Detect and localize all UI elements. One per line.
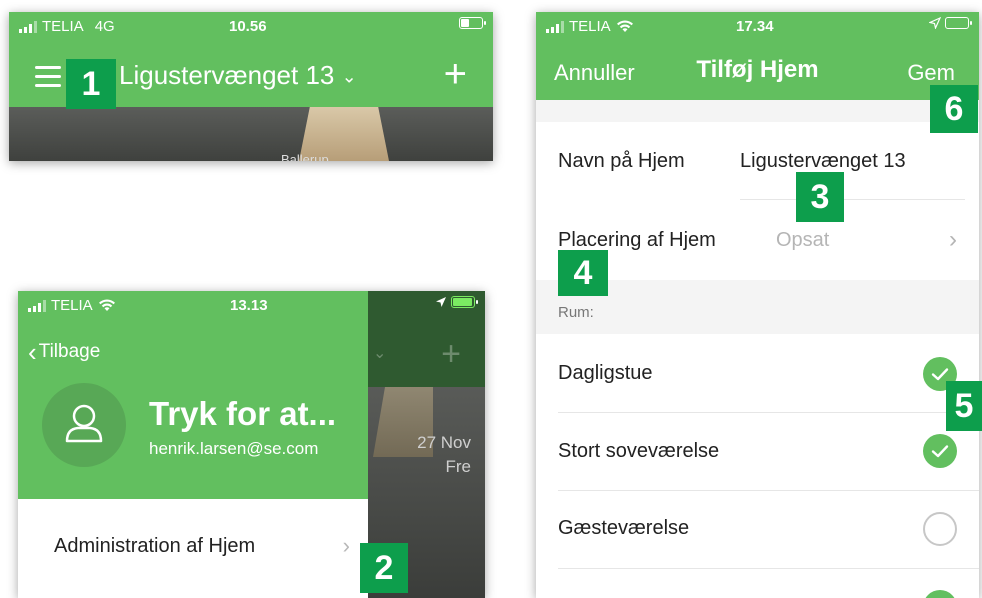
date-display: 27 Nov Fre — [417, 431, 471, 479]
user-email: henrik.larsen@se.com — [149, 439, 319, 458]
home-name-label: Navn på Hjem — [558, 150, 685, 172]
chevron-left-icon: ‹ — [28, 336, 37, 367]
network-label: 4G — [94, 18, 115, 35]
chevron-down-icon: ⌄ — [341, 66, 357, 87]
screen-add-home: TELIA 17.34 Annuller Tilføj Hjem Gem Nav… — [536, 12, 979, 598]
room-name: Gæsteværelse — [558, 517, 690, 539]
menu-icon[interactable] — [35, 66, 61, 87]
menu-item-home-administration[interactable]: Administration af Hjem › — [18, 511, 368, 581]
unchecked-circle-icon[interactable] — [923, 512, 957, 546]
home-photo — [9, 107, 493, 161]
back-button[interactable]: ‹ Tilbage — [28, 336, 101, 367]
section-spacer — [536, 100, 979, 122]
status-bar: TELIA 17.34 — [536, 12, 979, 40]
checkmark-icon[interactable] — [923, 590, 957, 598]
chevron-down-icon: ⌄ — [373, 345, 387, 362]
menu-item-label: Administration af Hjem — [54, 534, 256, 557]
status-time: 13.13 — [230, 297, 268, 314]
room-name: Dagligstue — [558, 362, 653, 384]
signal-icon — [19, 20, 37, 33]
status-bar: TELIA 4G 10.56 — [9, 12, 493, 40]
home-title: Ligustervænget 13 — [119, 60, 335, 90]
callout-badge-1: 1 — [66, 59, 116, 109]
save-button[interactable]: Gem — [907, 60, 955, 86]
carrier-label: TELIA — [42, 18, 84, 35]
callout-badge-2: 2 — [360, 543, 408, 593]
battery-icon — [459, 17, 486, 29]
location-arrow-icon — [436, 297, 446, 307]
status-time: 17.34 — [736, 18, 774, 35]
date-day: 27 Nov — [417, 433, 471, 452]
divider — [558, 490, 979, 491]
location-arrow-icon — [929, 17, 941, 29]
home-name-field[interactable]: Ligustervænget 13 — [740, 150, 906, 173]
add-icon[interactable]: + — [444, 52, 467, 97]
add-icon: + — [441, 335, 461, 373]
battery-charging-icon — [451, 296, 478, 308]
divider — [558, 412, 979, 413]
divider — [558, 568, 979, 569]
signal-icon — [546, 20, 564, 33]
photo-location-text: Ballerup — [281, 152, 329, 161]
signal-icon — [28, 299, 46, 312]
battery-charging-icon — [945, 17, 972, 29]
carrier-label: TELIA — [569, 18, 611, 35]
carrier-label: TELIA — [51, 297, 93, 314]
wifi-icon — [616, 20, 633, 32]
status-bar: TELIA 13.13 — [18, 291, 485, 319]
rooms-label: Rum: — [558, 304, 594, 321]
callout-badge-6: 6 — [930, 85, 978, 133]
user-icon — [65, 404, 103, 443]
wifi-icon — [98, 299, 115, 311]
screen-side-menu: ⌄ + 27 Nov Fre TELIA 13.13 ‹ Tilbage Try… — [18, 291, 485, 598]
date-weekday: Fre — [445, 457, 472, 476]
avatar[interactable] — [42, 383, 126, 467]
home-location-label: Placering af Hjem — [558, 229, 716, 251]
home-selector[interactable]: Ligustervænget 13 ⌄ — [119, 60, 357, 91]
callout-badge-4: 4 — [558, 250, 608, 296]
callout-badge-5: 5 — [946, 381, 982, 431]
checkmark-icon[interactable] — [923, 434, 957, 468]
room-name: Stort soveværelse — [558, 440, 720, 462]
status-time: 10.56 — [229, 18, 267, 35]
callout-badge-3: 3 — [796, 172, 844, 222]
divider — [740, 199, 965, 200]
home-location-value: Opsat — [776, 229, 830, 251]
chevron-right-icon: › — [342, 533, 350, 558]
chevron-right-icon: › — [949, 226, 957, 253]
back-label: Tilbage — [38, 341, 101, 362]
user-name[interactable]: Tryk for at... — [149, 395, 336, 433]
